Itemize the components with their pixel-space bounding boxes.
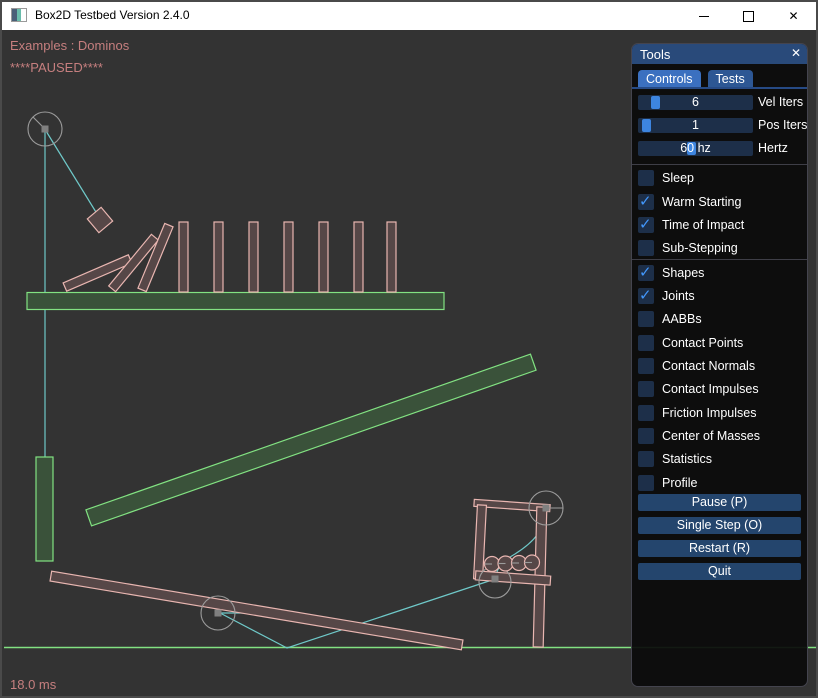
checkbox-label-sleep: Sleep xyxy=(662,170,694,186)
domino-1 xyxy=(179,222,188,292)
app-icon xyxy=(11,8,27,22)
checkbox-label-profile: Profile xyxy=(662,475,697,491)
slider-label: Vel Iters xyxy=(758,95,803,110)
maximize-button[interactable] xyxy=(726,2,771,30)
tab-bar: Controls Tests xyxy=(638,70,753,87)
pause-p-button[interactable]: Pause (P) xyxy=(638,494,801,511)
domino-4 xyxy=(284,222,293,292)
maximize-icon xyxy=(743,11,754,22)
platform-shelf xyxy=(27,293,444,310)
os-titlebar[interactable]: Box2D Testbed Version 2.4.0 ✕ xyxy=(2,2,816,30)
frame-left-leg xyxy=(474,505,487,579)
checkmark-icon: ✓ xyxy=(639,192,652,210)
angled-plank xyxy=(86,354,536,526)
checkbox-sub-stepping[interactable] xyxy=(638,240,654,256)
separator xyxy=(632,164,807,165)
checkbox-label-contact-points: Contact Points xyxy=(662,335,743,351)
checkbox-label-center-of-masses: Center of Masses xyxy=(662,428,760,444)
slider-value: 6 xyxy=(638,95,753,110)
checkbox-profile[interactable] xyxy=(638,475,654,491)
checkbox-joints[interactable]: ✓ xyxy=(638,288,654,304)
domino-2 xyxy=(214,222,223,292)
checkbox-statistics[interactable] xyxy=(638,451,654,467)
checkbox-sleep[interactable] xyxy=(638,170,654,186)
restart-r-button[interactable]: Restart (R) xyxy=(638,540,801,557)
tools-window: Tools ✕ Controls Tests 6 Vel Iters 1 Pos Ite… xyxy=(631,43,808,687)
app-window: Examples : Dominos ****PAUSED**** 18.0 m… xyxy=(0,0,818,698)
tab-tests[interactable]: Tests xyxy=(708,70,753,87)
checkbox-label-sub-stepping: Sub-Stepping xyxy=(662,240,738,256)
checkbox-label-warm-starting: Warm Starting xyxy=(662,194,741,210)
slider-value: 60 hz xyxy=(638,141,753,156)
domino-7 xyxy=(387,222,396,292)
joint-anchor-4 xyxy=(492,576,499,583)
tools-title: Tools xyxy=(640,47,670,62)
checkbox-label-contact-normals: Contact Normals xyxy=(662,358,755,374)
quit-button[interactable]: Quit xyxy=(638,563,801,580)
window-title: Box2D Testbed Version 2.4.0 xyxy=(35,8,190,22)
checkmark-icon: ✓ xyxy=(639,286,652,304)
slider-hertz[interactable]: 60 hz xyxy=(638,141,753,156)
checkbox-aabbs[interactable] xyxy=(638,311,654,327)
tools-close-icon[interactable]: ✕ xyxy=(791,46,801,60)
slider-vel-iters[interactable]: 6 xyxy=(638,95,753,110)
joint-anchor-1 xyxy=(42,126,49,133)
minimize-icon xyxy=(699,16,709,17)
slider-label: Hertz xyxy=(758,141,788,156)
domino-6 xyxy=(354,222,363,292)
minimize-button[interactable] xyxy=(681,2,726,30)
checkbox-contact-normals[interactable] xyxy=(638,358,654,374)
tab-controls[interactable]: Controls xyxy=(638,70,701,87)
pendulum-box xyxy=(87,207,112,232)
domino-3 xyxy=(249,222,258,292)
example-label: Examples : Dominos xyxy=(10,38,129,53)
checkbox-contact-impulses[interactable] xyxy=(638,381,654,397)
checkbox-shapes[interactable]: ✓ xyxy=(638,265,654,281)
checkbox-label-time-of-impact: Time of Impact xyxy=(662,217,744,233)
slider-pos-iters[interactable]: 1 xyxy=(638,118,753,133)
slider-label: Pos Iters xyxy=(758,118,807,133)
checkbox-label-contact-impulses: Contact Impulses xyxy=(662,381,759,397)
tall-block xyxy=(36,457,53,561)
tools-titlebar[interactable]: Tools ✕ xyxy=(632,44,807,64)
paused-label: ****PAUSED**** xyxy=(10,60,103,75)
joint-anchor-2 xyxy=(215,610,222,617)
joint-anchor-3 xyxy=(543,505,550,512)
tab-underline xyxy=(632,87,807,89)
checkbox-center-of-masses[interactable] xyxy=(638,428,654,444)
checkbox-label-statistics: Statistics xyxy=(662,451,712,467)
checkmark-icon: ✓ xyxy=(639,263,652,281)
checkmark-icon: ✓ xyxy=(639,215,652,233)
close-button[interactable]: ✕ xyxy=(771,2,816,30)
frame-time-label: 18.0 ms xyxy=(10,677,56,692)
separator xyxy=(632,259,807,260)
checkbox-warm-starting[interactable]: ✓ xyxy=(638,194,654,210)
single-step-o-button[interactable]: Single Step (O) xyxy=(638,517,801,534)
checkbox-label-joints: Joints xyxy=(662,288,695,304)
slider-value: 1 xyxy=(638,118,753,133)
checkbox-time-of-impact[interactable]: ✓ xyxy=(638,217,654,233)
checkbox-friction-impulses[interactable] xyxy=(638,405,654,421)
checkbox-contact-points[interactable] xyxy=(638,335,654,351)
close-icon: ✕ xyxy=(788,10,798,22)
checkbox-label-aabbs: AABBs xyxy=(662,311,702,327)
checkbox-label-shapes: Shapes xyxy=(662,265,704,281)
checkbox-label-friction-impulses: Friction Impulses xyxy=(662,405,756,421)
domino-5 xyxy=(319,222,328,292)
